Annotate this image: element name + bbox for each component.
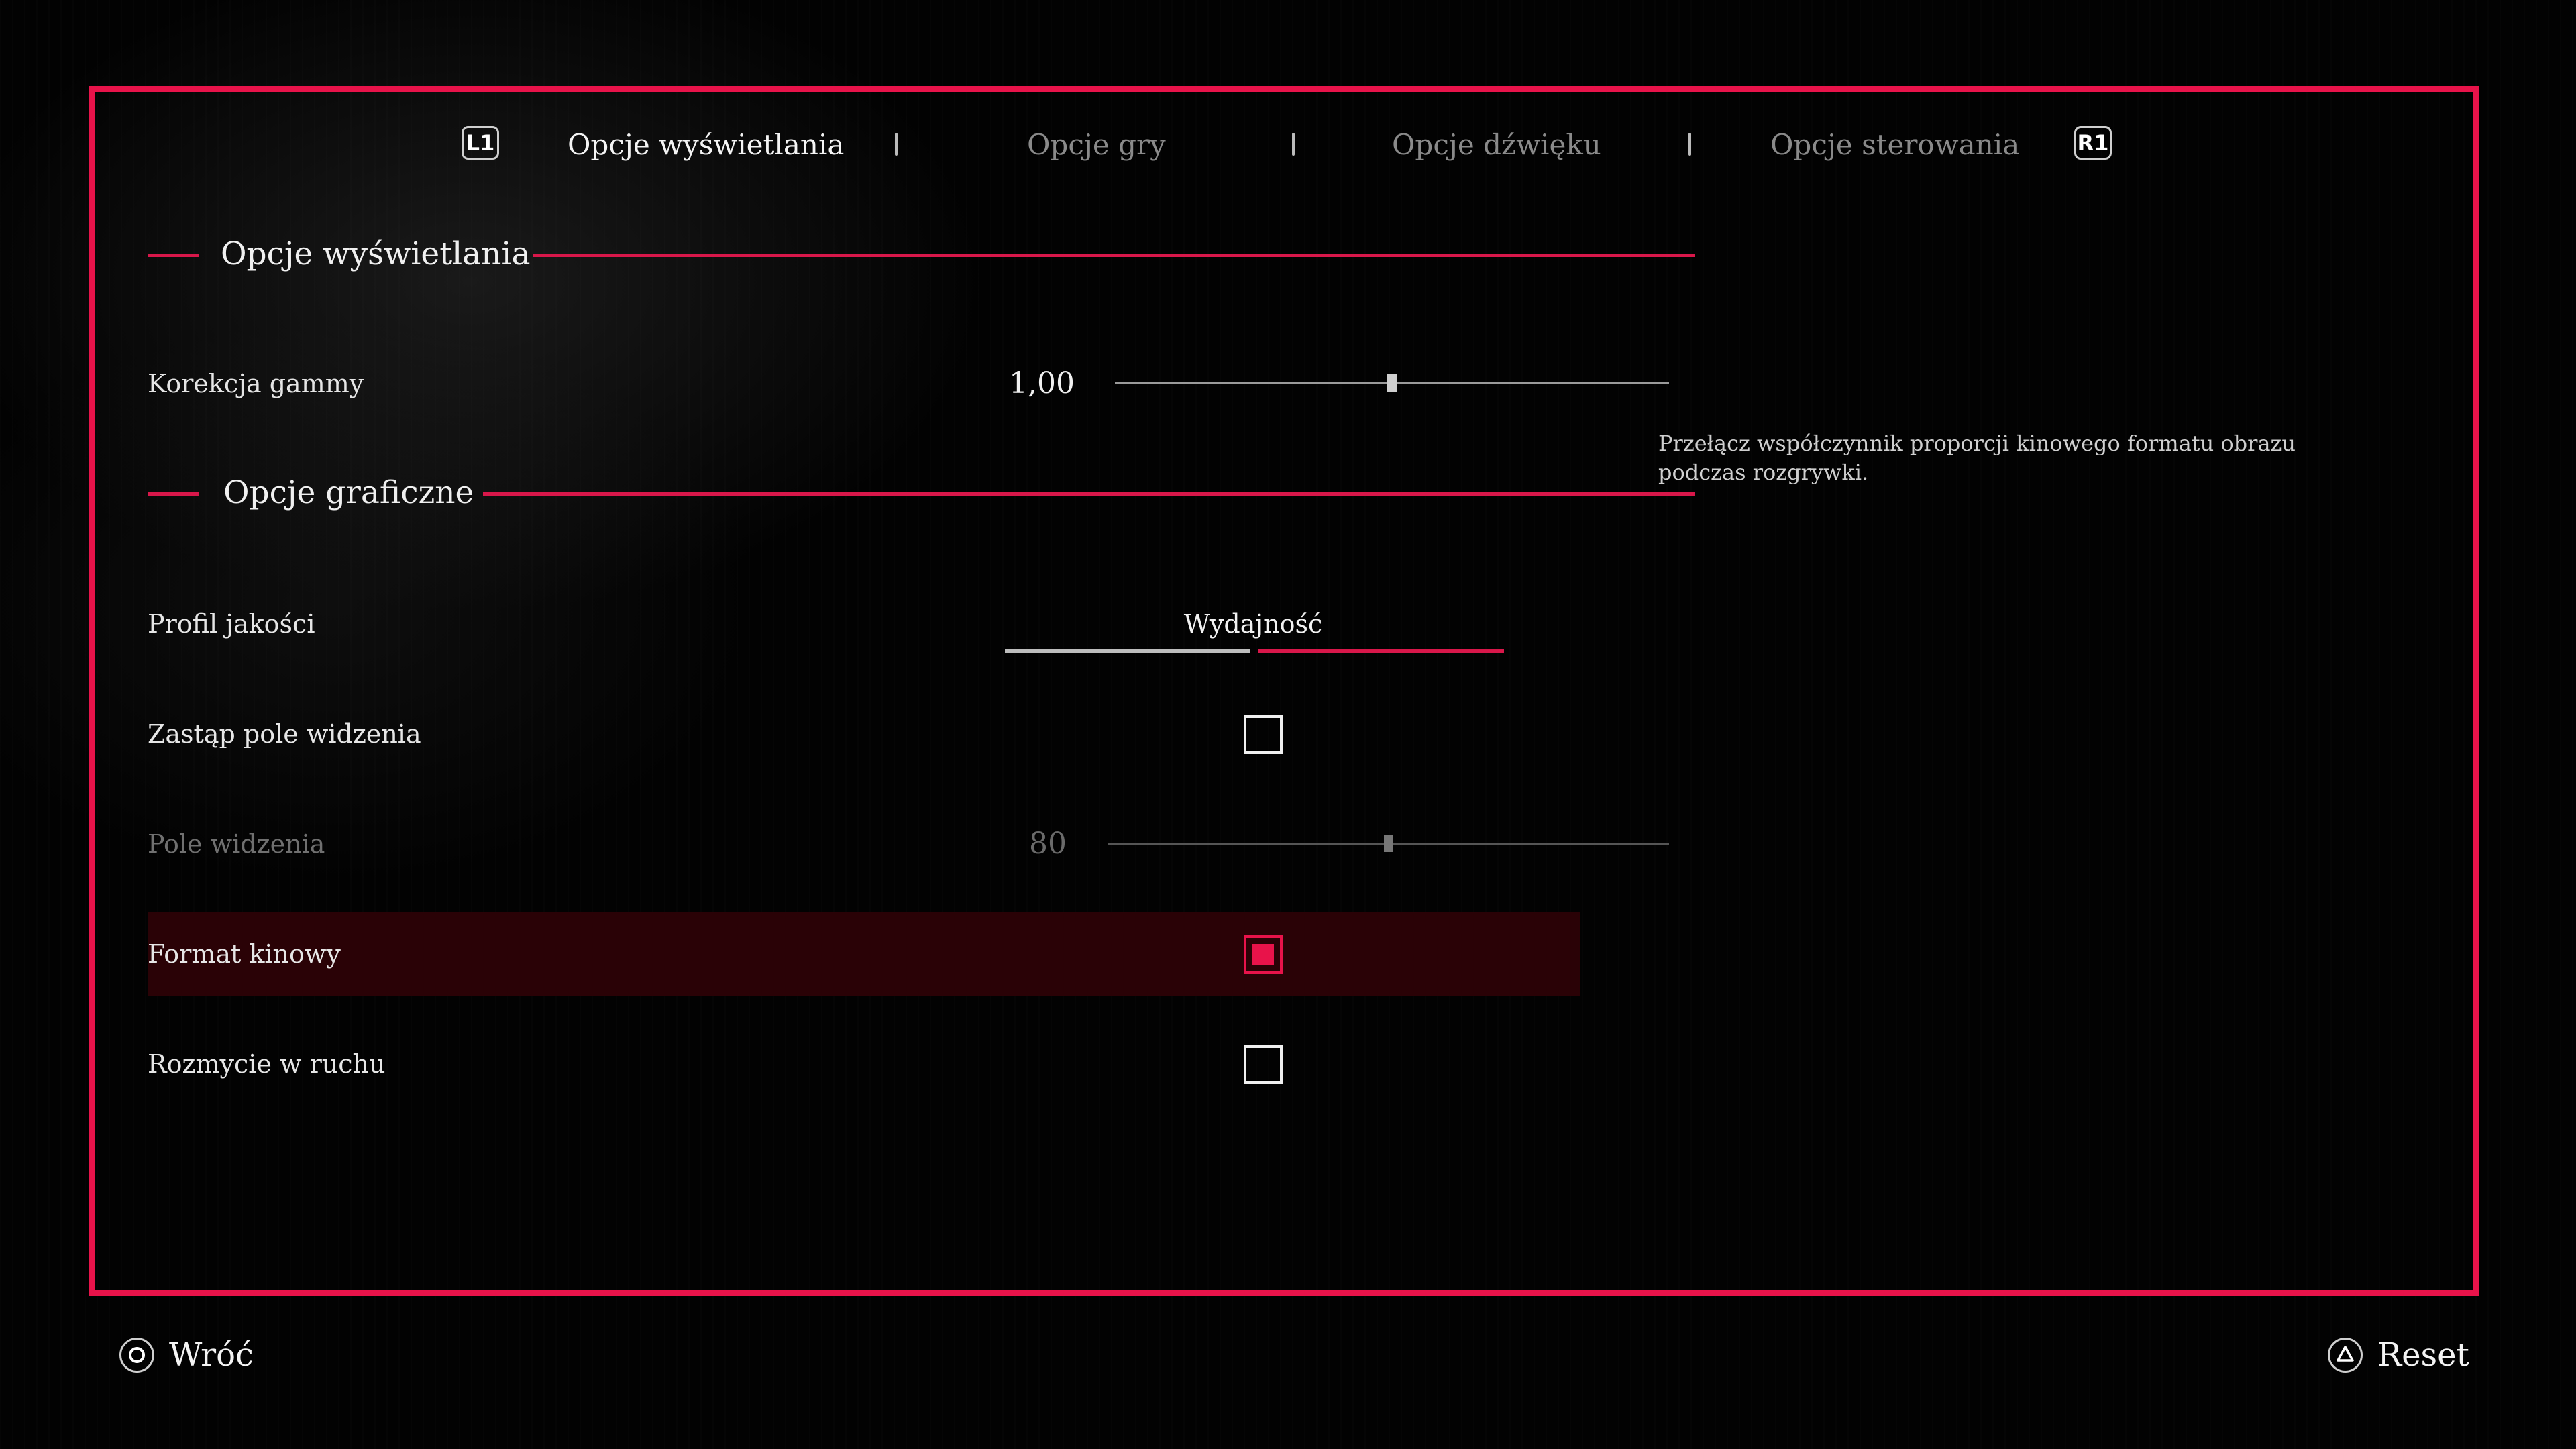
setting-row-cinematic-format[interactable]: Format kinowy: [148, 912, 1580, 996]
r1-button-icon[interactable]: R1: [2074, 126, 2112, 160]
reset-button[interactable]: Reset: [2328, 1335, 2489, 1382]
motion-blur-checkbox[interactable]: [1244, 1045, 1283, 1084]
tab-separator: [895, 133, 898, 156]
tab-bar: L1 Opcje wyświetlania Opcje gry Opcje dź…: [0, 121, 2576, 168]
section-rule: [483, 492, 1695, 496]
section-graphics-header: Opcje graficzne: [148, 470, 1695, 517]
setting-label: Zastąp pole widzenia: [148, 719, 421, 749]
setting-row-gamma[interactable]: Korekcja gammy 1,00: [148, 342, 1669, 425]
triangle-symbol: [2337, 1346, 2354, 1362]
setting-label: Format kinowy: [148, 939, 341, 969]
setting-label: Korekcja gammy: [148, 369, 364, 398]
override-fov-checkbox[interactable]: [1244, 715, 1283, 754]
checkbox-check-mark: [1252, 944, 1274, 965]
gamma-slider-thumb[interactable]: [1387, 374, 1397, 392]
circle-button-icon: [119, 1338, 154, 1373]
tab-control-options[interactable]: Opcje sterowania: [1770, 126, 2019, 164]
back-label: Wróć: [169, 1336, 254, 1374]
fov-slider-thumb: [1384, 835, 1393, 852]
section-dash: [148, 254, 199, 257]
section-rule: [533, 254, 1695, 257]
section-dash: [148, 492, 199, 496]
gamma-value: 1,00: [1009, 366, 1075, 400]
section-title: Opcje graficzne: [223, 474, 474, 511]
tab-separator: [1292, 133, 1295, 156]
tab-game-options[interactable]: Opcje gry: [1027, 126, 1166, 164]
setting-description: Przełącz współczynnik proporcji kinowego…: [1658, 431, 2296, 485]
l1-button-icon[interactable]: L1: [462, 126, 499, 160]
tab-sound-options[interactable]: Opcje dźwięku: [1392, 126, 1601, 164]
circle-symbol: [129, 1347, 145, 1363]
tab-display-options[interactable]: Opcje wyświetlania: [568, 126, 844, 164]
option-indicator-segment: [1005, 649, 1250, 653]
triangle-button-icon: [2328, 1338, 2363, 1373]
reset-label: Reset: [2377, 1336, 2469, 1374]
section-title: Opcje wyświetlania: [221, 235, 531, 272]
tab-separator: [1688, 133, 1691, 156]
quality-profile-value[interactable]: Wydajność: [1005, 582, 1501, 665]
cinematic-format-checkbox[interactable]: [1244, 935, 1283, 974]
setting-label: Pole widzenia: [148, 829, 325, 859]
setting-row-quality-profile[interactable]: Profil jakości Wydajność: [148, 582, 1580, 665]
setting-row-fov: Pole widzenia 80: [148, 802, 1669, 885]
back-button[interactable]: Wróć: [119, 1335, 280, 1382]
fov-value: 80: [1029, 826, 1067, 861]
setting-label: Rozmycie w ruchu: [148, 1049, 386, 1079]
section-display-header: Opcje wyświetlania: [148, 231, 1695, 278]
option-indicator-segment-active: [1258, 649, 1504, 653]
setting-label: Profil jakości: [148, 609, 315, 639]
setting-row-override-fov[interactable]: Zastąp pole widzenia: [148, 692, 1580, 775]
setting-row-motion-blur[interactable]: Rozmycie w ruchu: [148, 1022, 1580, 1106]
